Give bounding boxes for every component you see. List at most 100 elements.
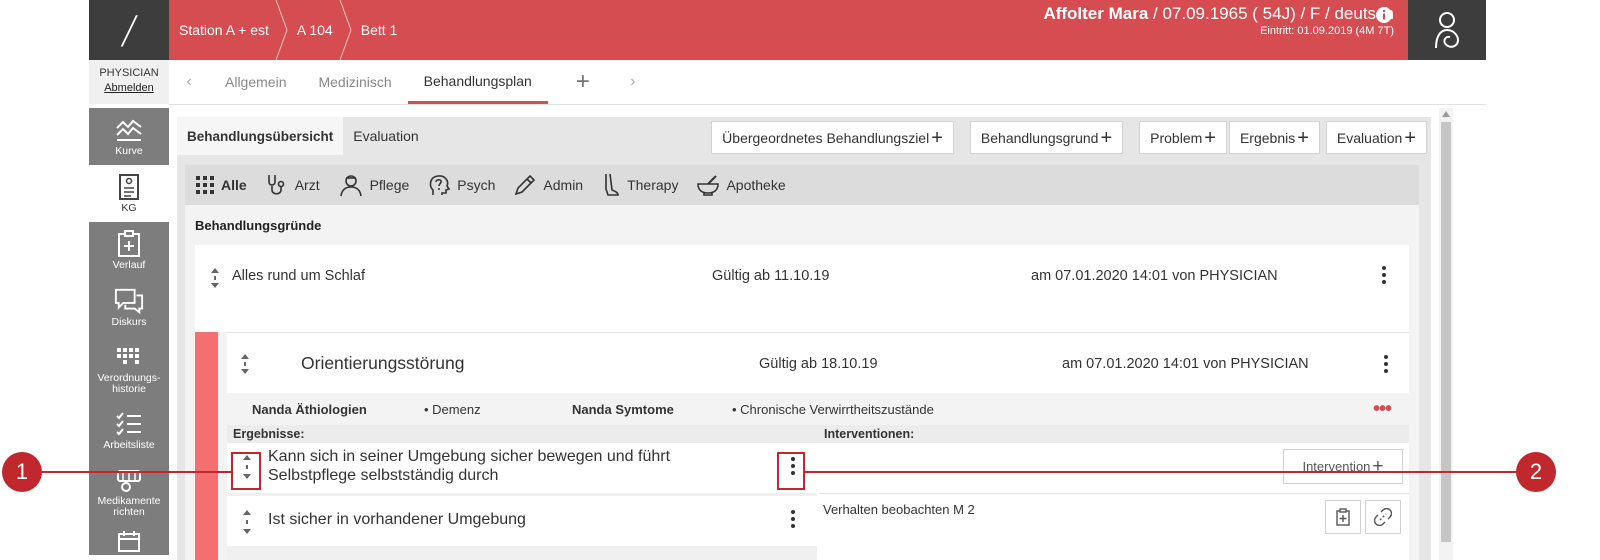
reorder-handle-icon[interactable] [241, 509, 253, 535]
add-intervention-button[interactable]: Intervention + [1283, 449, 1403, 484]
callout-highlight-reorder [231, 452, 261, 490]
clipboard-plus-icon [1336, 508, 1350, 526]
header-bar: Station A + est A 104 Bett 1 Affolter Ma… [169, 0, 1486, 60]
callout-highlight-menu [777, 452, 805, 490]
breadcrumb-label: Station A + est [179, 22, 269, 38]
add-tab-icon[interactable]: + [548, 60, 618, 104]
add-result-button[interactable]: Ergebnis + [1228, 121, 1320, 154]
sidebar-item-label: KG [121, 201, 137, 214]
stethoscope-icon [265, 173, 289, 197]
sidebar-item-verlauf[interactable]: Verlauf [89, 222, 169, 279]
subtab-evaluation[interactable]: Evaluation [343, 117, 428, 155]
reorder-handle-icon[interactable] [209, 267, 221, 289]
sidebar-item-calendar[interactable] [89, 525, 169, 555]
grid-bars-icon [114, 343, 144, 371]
sidebar-item-arbeitsliste[interactable]: Arbeitsliste [89, 402, 169, 459]
sidebar-item-label: Verlauf [112, 258, 146, 271]
unlink-icon [1374, 508, 1392, 526]
vertical-scrollbar[interactable] [1439, 108, 1453, 560]
user-role-panel: PHYSICIAN Abmelden [89, 60, 169, 104]
sidebar-item-kurve[interactable]: Kurve [89, 108, 169, 165]
problem-meta: am 07.01.2020 14:01 von PHYSICIAN [1062, 356, 1309, 372]
breadcrumb-bed[interactable]: Bett 1 [351, 0, 416, 60]
app-logo[interactable]: / [89, 0, 169, 60]
mortar-icon [696, 174, 720, 196]
callout-number: 2 [1529, 459, 1543, 484]
subtab-behandlungsuebersicht[interactable]: Behandlungsübersicht [177, 117, 344, 155]
section-title: Behandlungsgründe [195, 218, 322, 233]
add-parent-goal-button[interactable]: Übergeordnetes Behandlungsziel + [711, 121, 954, 154]
tabs-next-icon[interactable]: › [618, 60, 648, 104]
callout-marker-1: 1 [2, 452, 42, 492]
problem-title: Orientierungsstörung [301, 353, 465, 373]
callout-line-1 [42, 471, 232, 473]
sidebar-item-medikamente-richten[interactable]: Medikamente richten [89, 459, 169, 525]
head-question-icon [427, 173, 451, 197]
sidebar-item-label: Verordnungs-historie [97, 371, 161, 395]
filter-alle[interactable]: Alle [195, 175, 247, 195]
filter-label: Alle [221, 177, 247, 193]
patient-entry-date: Eintritt: 01.09.2019 (4M 7T) [1260, 25, 1394, 37]
plus-icon: + [1404, 126, 1416, 149]
filter-psych[interactable]: Psych [427, 173, 495, 197]
add-evaluation-button[interactable]: Evaluation + [1325, 121, 1427, 154]
treatment-plan-content: Behandlungsübersicht Evaluation Übergeor… [177, 117, 1431, 560]
user-avatar-button[interactable] [1408, 0, 1486, 60]
sidebar-item-verordnungshistorie[interactable]: Verordnungs-historie [89, 336, 169, 402]
breadcrumb-room[interactable]: A 104 [287, 0, 352, 60]
nanda-etiology-label: Nanda Äthiologien [252, 402, 367, 417]
scrollbar-thumb[interactable] [1441, 122, 1451, 542]
unlink-button[interactable] [1365, 500, 1401, 534]
scroll-up-icon[interactable] [1442, 111, 1450, 117]
interventions-header: Interventionen: [824, 427, 915, 441]
plus-icon: + [1204, 126, 1216, 149]
filter-therapy[interactable]: Therapy [601, 173, 678, 197]
add-problem-button[interactable]: Problem + [1139, 121, 1227, 154]
nurse-icon [338, 173, 364, 197]
filter-label: Psych [457, 177, 496, 193]
nanda-etiology-value: • Demenz [424, 402, 481, 417]
patient-details: / 07.09.1965 ( 54J) / F / deutsch [1148, 4, 1394, 23]
problem-color-strip [195, 332, 218, 560]
reason-more-icon[interactable] [1378, 266, 1390, 284]
tab-medizinisch[interactable]: Medizinisch [302, 60, 407, 104]
sidebar-nav: Kurve KG Verlauf Diskurs Verordnungs-his… [89, 108, 169, 555]
filter-label: Pflege [369, 177, 410, 193]
result-more-icon[interactable] [787, 510, 799, 528]
checklist-icon [114, 410, 144, 438]
tabs-prev-icon[interactable]: ‹ [169, 60, 209, 104]
nanda-row: Nanda Äthiologien • Demenz Nanda Symtome… [227, 393, 1409, 425]
filter-apotheke[interactable]: Apotheke [696, 174, 786, 196]
nanda-symptoms-label: Nanda Symtome [572, 402, 674, 417]
nanda-more-icon[interactable]: ••• [1373, 399, 1392, 419]
filter-admin[interactable]: Admin [513, 173, 583, 197]
treatment-reason-row: Alles rund um Schlaf Gültig ab 11.10.19 … [195, 245, 1409, 332]
result-text: Kann sich in seiner Umgebung sicher bewe… [268, 448, 671, 484]
results-header: Ergebnisse: [233, 427, 305, 441]
logout-link[interactable]: Abmelden [89, 82, 169, 94]
chat-bubbles-icon [114, 287, 144, 315]
leg-icon [601, 173, 621, 197]
filter-arzt[interactable]: Arzt [265, 173, 320, 197]
problem-more-icon[interactable] [1380, 355, 1392, 373]
breadcrumb-station[interactable]: Station A + est [169, 0, 288, 60]
clipboard-add-button[interactable] [1325, 500, 1361, 534]
user-role: PHYSICIAN [99, 67, 159, 79]
problem-card: Orientierungsstörung Gültig ab 18.10.19 … [227, 332, 1409, 560]
action-buttons: Übergeordnetes Behandlungsziel + Behandlu… [709, 121, 1427, 154]
reorder-handle-icon[interactable] [239, 353, 251, 375]
add-treatment-reason-button[interactable]: Behandlungsgrund + [969, 121, 1124, 154]
filter-label: Apotheke [726, 177, 786, 193]
pen-icon [513, 173, 537, 197]
callout-marker-2: 2 [1516, 452, 1556, 492]
filter-pflege[interactable]: Pflege [338, 173, 410, 197]
button-label: Problem [1150, 129, 1203, 146]
tab-behandlungsplan[interactable]: Behandlungsplan [407, 60, 548, 104]
breadcrumb-label: Bett 1 [360, 22, 398, 38]
info-icon[interactable] [1376, 7, 1392, 28]
treatment-reason-meta: am 07.01.2020 14:01 von PHYSICIAN [1031, 268, 1278, 284]
sidebar-item-kg[interactable]: KG [89, 165, 169, 222]
tab-allgemein[interactable]: Allgemein [209, 60, 302, 104]
sidebar-item-diskurs[interactable]: Diskurs [89, 279, 169, 336]
patient-name: Affolter Mara [1043, 4, 1149, 23]
